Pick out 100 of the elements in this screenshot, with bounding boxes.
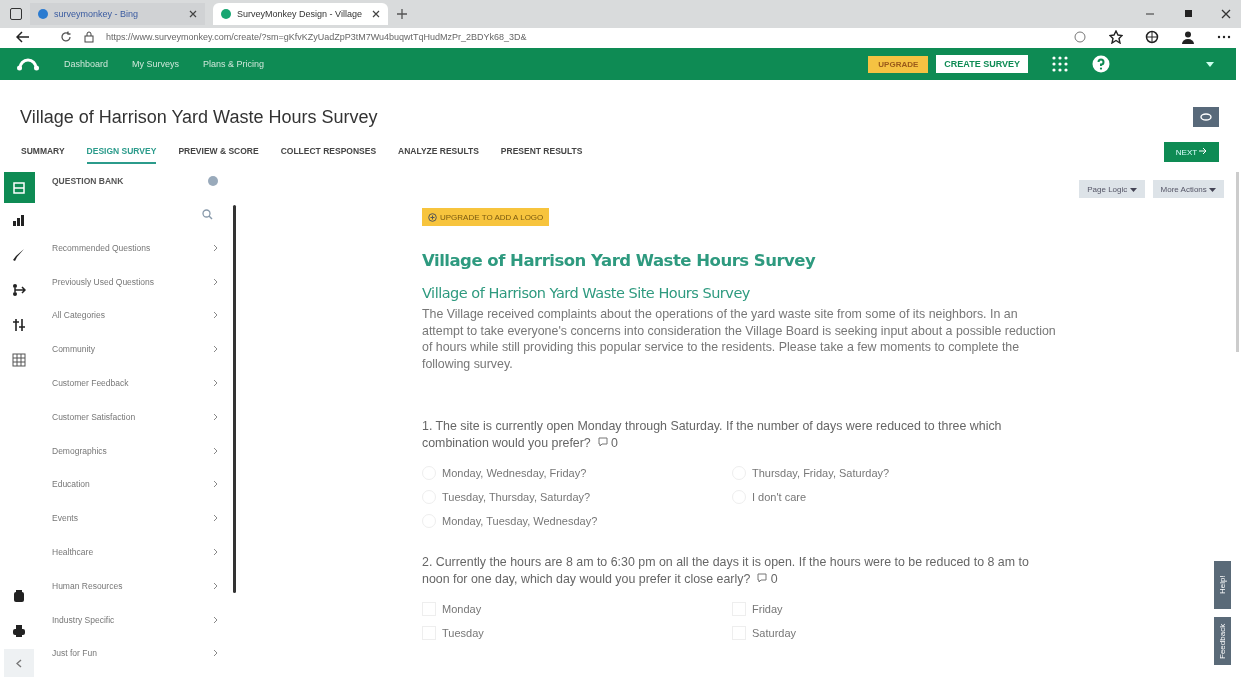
chevron-right-icon: [213, 480, 218, 489]
globe-icon[interactable]: [1145, 29, 1159, 44]
category-item[interactable]: Healthcare: [52, 535, 235, 569]
answer-option[interactable]: I don't care: [732, 490, 1042, 504]
chevron-right-icon: [213, 649, 218, 658]
restore-icon[interactable]: [1183, 9, 1193, 19]
lock-icon: [84, 30, 94, 43]
print-icon[interactable]: [12, 624, 26, 638]
close-icon[interactable]: [372, 10, 380, 18]
upgrade-button[interactable]: UPGRADE: [868, 55, 929, 73]
chevron-right-icon: [213, 412, 218, 421]
category-item[interactable]: Customer Feedback: [52, 366, 235, 400]
category-item[interactable]: Previously Used Questions: [52, 264, 235, 299]
nav-link[interactable]: Plans & Pricing: [203, 59, 265, 69]
new-tab-icon[interactable]: [396, 8, 408, 20]
caret-icon: [1129, 187, 1137, 192]
category-item[interactable]: Community: [52, 332, 235, 367]
survey-tab[interactable]: DESIGN SURVEY: [86, 140, 157, 164]
tab-actions-icon[interactable]: [10, 8, 22, 20]
scrollbar[interactable]: [1236, 172, 1239, 352]
logo-icon[interactable]: [16, 57, 40, 71]
search-icon: [202, 208, 213, 220]
branch-icon[interactable]: [12, 283, 26, 297]
browser-tab[interactable]: SurveyMonkey Design - Village: [213, 3, 388, 25]
chevron-left-icon: [16, 658, 22, 668]
survey-tab[interactable]: COLLECT RESPONSES: [280, 140, 377, 164]
chevron-right-icon: [213, 615, 218, 624]
eye-icon: [1200, 113, 1212, 121]
page-title: Village of Harrison Yard Waste Hours Survey: [422, 251, 817, 270]
category-item[interactable]: Just for Fun: [52, 636, 235, 671]
apps-grid-icon[interactable]: [1052, 56, 1068, 72]
answer-option[interactable]: Saturday: [732, 626, 1042, 640]
chevron-right-icon: [213, 379, 218, 388]
comment-icon[interactable]: [757, 573, 768, 583]
chevron-right-icon: [213, 277, 218, 286]
back-icon[interactable]: [16, 30, 30, 43]
panel-title: QUESTION BANK: [52, 176, 124, 186]
category-item[interactable]: Customer Satisfaction: [52, 400, 235, 434]
help-icon[interactable]: [1092, 55, 1110, 73]
refresh-icon[interactable]: [60, 30, 72, 43]
chevron-right-icon: [213, 446, 218, 455]
category-item[interactable]: Recommended Questions: [52, 231, 235, 265]
grid-icon[interactable]: [12, 353, 26, 367]
answer-option[interactable]: Tuesday, Thursday, Saturday?: [422, 490, 732, 504]
brush-icon[interactable]: [12, 248, 26, 262]
library-icon[interactable]: [12, 589, 26, 603]
chevron-right-icon: [213, 514, 218, 523]
add-logo-button[interactable]: UPGRADE TO ADD A LOGO: [422, 208, 550, 226]
comment-icon[interactable]: [597, 437, 608, 447]
close-icon[interactable]: [189, 10, 197, 18]
survey-tab[interactable]: SUMMARY: [21, 140, 65, 164]
bar-chart-icon[interactable]: [12, 213, 26, 227]
survey-tab[interactable]: PRESENT RESULTS: [500, 140, 583, 164]
question-bank-icon: [13, 181, 25, 194]
answer-option[interactable]: Thursday, Friday, Saturday?: [732, 466, 1042, 480]
favorites-icon[interactable]: [1109, 29, 1123, 44]
address-field[interactable]: https://www.surveymonkey.com/create/?sm=gKfvKZyUadZpP3tM7Wu4buqwtTqHudMzPr_2BDYk68_3D&: [106, 31, 527, 42]
category-item[interactable]: Education: [52, 467, 235, 502]
answer-option[interactable]: Monday, Wednesday, Friday?: [422, 466, 732, 480]
survey-tab[interactable]: ANALYZE RESULTS: [398, 140, 479, 164]
category-item[interactable]: Human Resources: [52, 568, 235, 603]
answer-option[interactable]: Monday: [422, 602, 732, 616]
next-button[interactable]: NEXT: [1164, 142, 1219, 162]
side-tab[interactable]: Help!: [1214, 561, 1231, 609]
answer-option[interactable]: Monday, Tuesday, Wednesday?: [422, 514, 732, 528]
profile-icon[interactable]: [1181, 29, 1195, 44]
plus-circle-icon: [428, 212, 437, 222]
favicon-icon: [38, 9, 48, 19]
chevron-right-icon: [213, 345, 218, 354]
category-item[interactable]: Events: [52, 501, 235, 536]
nav-link[interactable]: My Surveys: [132, 59, 180, 69]
survey-subtitle: Village of Harrison Yard Waste Site Hours Survey: [422, 285, 751, 301]
category-item[interactable]: Demographics: [52, 433, 235, 468]
answer-option[interactable]: Tuesday: [422, 626, 732, 640]
nav-link[interactable]: Dashboard: [64, 59, 109, 69]
scrollbar[interactable]: [233, 205, 236, 593]
create-survey-button[interactable]: CREATE SURVEY: [936, 55, 1028, 73]
arrow-right-icon: [1199, 147, 1208, 155]
preview-button[interactable]: [1193, 107, 1219, 127]
comment-count: 0: [611, 436, 618, 450]
close-icon[interactable]: [1221, 9, 1231, 19]
chevron-right-icon: [213, 581, 218, 590]
question-bank-button[interactable]: [3, 172, 35, 203]
question-text: 1. The site is currently open Monday through Saturday. If the number of days were reduced to three which combination would you prefer? 0: [422, 418, 1003, 452]
side-tab[interactable]: Feedback: [1214, 617, 1231, 665]
answer-option[interactable]: Friday: [732, 602, 1042, 616]
survey-title: Village of Harrison Yard Waste Hours Survey: [20, 106, 379, 128]
dropdown-button[interactable]: Page Logic: [1079, 180, 1145, 198]
chevron-right-icon: [213, 311, 218, 320]
survey-description: The Village received complaints about the operations of the yard waste site from some of its neighbors. In an attempt to take everyone's concerns into consideration the Village Board is seeking input about a possible reduction of hours while still providing this popular service to the residents. Please take a few moments to complete the following survey.: [422, 306, 1057, 372]
survey-tab[interactable]: PREVIEW & SCORE: [178, 140, 259, 164]
sliders-icon[interactable]: [12, 318, 26, 332]
more-icon[interactable]: [1217, 34, 1231, 39]
comment-count: 0: [770, 572, 778, 586]
browser-tab[interactable]: surveymonkey - Bing: [30, 3, 205, 25]
chevron-right-icon: [213, 243, 218, 252]
chevron-right-icon: [213, 548, 218, 557]
category-item[interactable]: Industry Specific: [52, 602, 235, 637]
category-item[interactable]: All Categories: [52, 298, 235, 333]
dropdown-button[interactable]: More Actions: [1152, 180, 1224, 198]
